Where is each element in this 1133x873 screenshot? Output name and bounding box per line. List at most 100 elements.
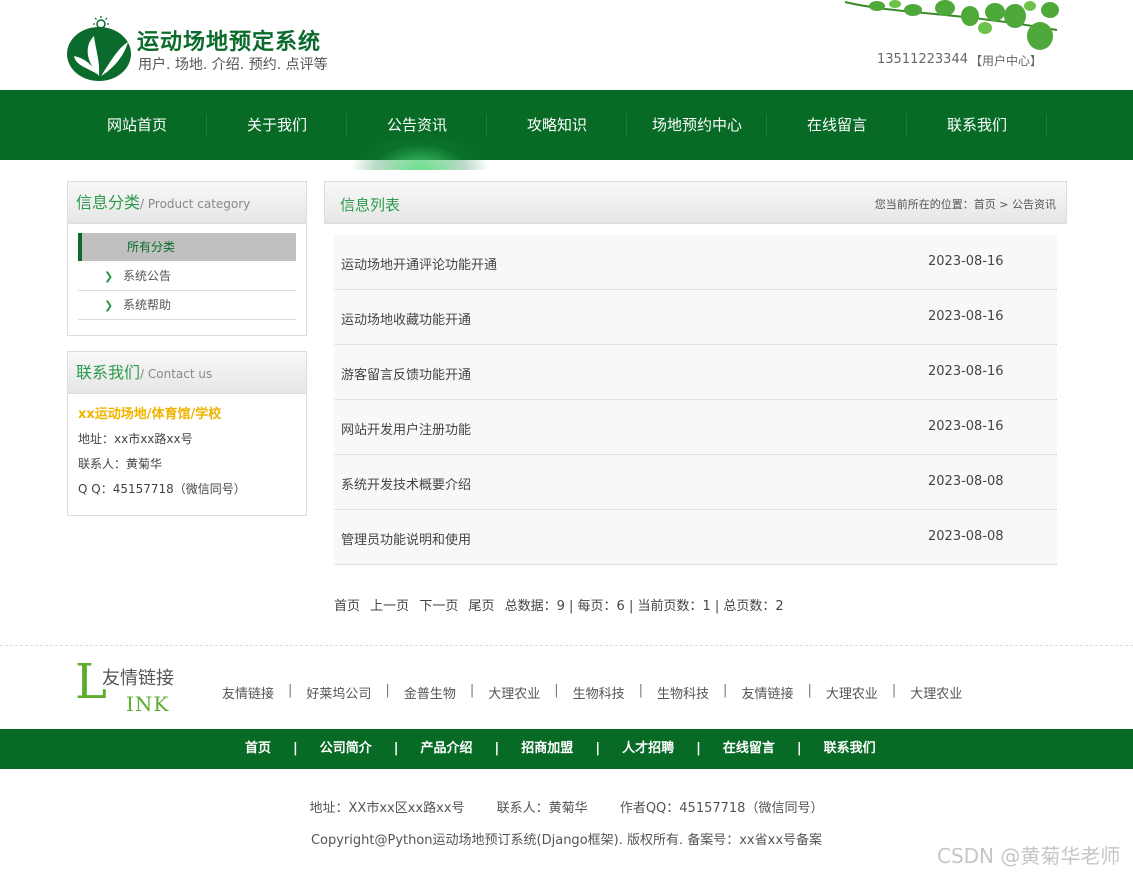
list-item[interactable]: 管理员功能说明和使用 2023-08-08 [334, 510, 1057, 565]
friend-links-logo-cn: 友情链接 [102, 668, 174, 689]
breadcrumb-home[interactable]: 首页 [974, 198, 996, 211]
list-item-date: 2023-08-16 [928, 419, 1004, 434]
contact-qq: Q Q：45157718（微信同号） [78, 482, 246, 496]
contact-panel: 联系我们/ Contact us xx运动场地/体育馆/学校 地址：xx市xx路… [67, 351, 307, 516]
link-separator: | [288, 683, 293, 698]
contact-org-name: xx运动场地/体育馆/学校 [78, 407, 222, 422]
link-separator: | [723, 683, 728, 698]
friend-link[interactable]: 金普生物 [404, 683, 456, 702]
footer-nav-separator: | [393, 741, 399, 756]
list-item-title[interactable]: 运动场地开通评论功能开通 [341, 254, 497, 273]
breadcrumb-prefix: 您当前所在的位置： [874, 198, 974, 211]
nav-active-glow [350, 130, 490, 170]
leaf-logo-icon [67, 16, 131, 81]
footer-info: 地址：XX市xx区xx路xx号 联系人：黄菊华 作者QQ：45157718（微信… [0, 797, 1133, 816]
category-panel-header: 信息分类/ Product category [68, 182, 306, 224]
link-separator: | [638, 683, 644, 698]
nav-item-message[interactable]: 在线留言 [767, 90, 907, 160]
footer-address: 地址：XX市xx区xx路xx号 [309, 801, 465, 816]
site-title: 运动场地预定系统 [137, 30, 322, 55]
link-separator: | [554, 683, 559, 698]
footer-contact: 联系人：黄菊华 [496, 801, 588, 816]
pager-next[interactable]: 下一页 [419, 599, 458, 614]
user-center-link[interactable]: 【用户中心】 [970, 52, 1042, 69]
list-item[interactable]: 游客留言反馈功能开通 2023-08-16 [334, 345, 1057, 400]
phone-number: 13511223344 [877, 52, 968, 67]
main-nav: 网站首页 关于我们 公告资讯 攻略知识 场地预约中心 在线留言 联系我们 [0, 90, 1133, 160]
friend-link[interactable]: 友情链接 [741, 683, 793, 702]
list-item-date: 2023-08-16 [928, 364, 1004, 379]
pager-first[interactable]: 首页 [334, 599, 360, 614]
footer-nav-separator: | [494, 741, 500, 756]
list-header: 信息列表 您当前所在的位置：首页 > 公告资讯 [324, 181, 1067, 224]
nav-item-contact[interactable]: 联系我们 [907, 90, 1047, 160]
list-item-date: 2023-08-08 [928, 474, 1004, 489]
site-header: 运动场地预定系统 用户. 场地. 介绍. 预约. 点评等 13511223344… [0, 0, 1133, 90]
footer-nav-message[interactable]: 在线留言 [723, 729, 775, 769]
category-item-label: 系统公告 [123, 269, 172, 283]
friend-link[interactable]: 生物科技 [573, 683, 625, 702]
footer-nav-separator: | [696, 741, 701, 756]
friend-link[interactable]: 大理农业 [826, 683, 878, 702]
friend-links: 友情链接 | 好莱坞公司 | 金普生物 | 大理农业 | 生物科技 | 生物科技 | 友情链… [222, 683, 962, 702]
list-item-date: 2023-08-16 [928, 309, 1004, 324]
category-item-all[interactable]: 所有分类 [78, 233, 296, 261]
pagination: 首页 上一页 下一页 尾页 总数据：9 | 每页：6 | 当前页数：1 | 总页… [334, 595, 784, 614]
footer-nav-home[interactable]: 首页 [245, 729, 271, 769]
category-item-help[interactable]: ❯ 系统帮助 [78, 291, 296, 320]
footer-qq: 作者QQ：45157718（微信同号） [619, 801, 824, 816]
divider [0, 645, 1133, 646]
pager-prev[interactable]: 上一页 [370, 599, 409, 614]
friend-link[interactable]: 大理农业 [910, 683, 962, 702]
category-item-announcements[interactable]: ❯ 系统公告 [78, 262, 296, 291]
list-item-title[interactable]: 系统开发技术概要介绍 [341, 474, 471, 493]
list-title: 信息列表 [340, 196, 401, 214]
friend-links-logo-ink: INK [126, 692, 170, 716]
breadcrumb: 您当前所在的位置：首页 > 公告资讯 [875, 196, 1056, 212]
nav-item-booking[interactable]: 场地预约中心 [627, 90, 767, 160]
contact-title: 联系我们 [76, 363, 141, 382]
list-item-title[interactable]: 网站开发用户注册功能 [341, 419, 471, 438]
list-item-title[interactable]: 管理员功能说明和使用 [341, 529, 471, 548]
nav-item-guides[interactable]: 攻略知识 [487, 90, 627, 160]
contact-title-en: / Contact us [140, 367, 213, 381]
footer-nav-separator: | [796, 741, 802, 756]
footer-nav-company[interactable]: 公司简介 [320, 729, 372, 769]
list-item[interactable]: 网站开发用户注册功能 2023-08-16 [334, 400, 1057, 455]
footer-nav: 首页 | 公司简介 | 产品介绍 | 招商加盟 | 人才招聘 | 在线留言 | 联系我们 [0, 729, 1133, 769]
pager-summary: 总数据：9 | 每页：6 | 当前页数：1 | 总页数：2 [504, 599, 784, 614]
contact-panel-header: 联系我们/ Contact us [68, 352, 306, 394]
footer-nav-separator: | [293, 741, 298, 756]
list-item[interactable]: 运动场地收藏功能开通 2023-08-16 [334, 290, 1057, 345]
list-item-date: 2023-08-16 [928, 254, 1004, 269]
watermark: CSDN @黄菊华老师 [937, 844, 1121, 868]
footer-nav-careers[interactable]: 人才招聘 [622, 729, 674, 769]
list-item-title[interactable]: 运动场地收藏功能开通 [341, 309, 471, 328]
category-title-en: / Product category [140, 197, 251, 211]
pager-last[interactable]: 尾页 [468, 599, 494, 614]
friend-links-logo: L 友情链接 INK [75, 654, 185, 720]
friend-link[interactable]: 大理农业 [488, 683, 540, 702]
category-title: 信息分类 [76, 193, 141, 212]
list-item[interactable]: 运动场地开通评论功能开通 2023-08-16 [334, 235, 1057, 290]
footer-nav-contact[interactable]: 联系我们 [824, 729, 876, 769]
friend-link[interactable]: 生物科技 [657, 683, 709, 702]
link-separator: | [891, 683, 897, 698]
list-item[interactable]: 系统开发技术概要介绍 2023-08-08 [334, 455, 1057, 510]
breadcrumb-current[interactable]: 公告资讯 [1012, 198, 1056, 211]
friend-link[interactable]: 好莱坞公司 [306, 683, 371, 702]
footer-nav-franchise[interactable]: 招商加盟 [521, 729, 573, 769]
nav-item-about[interactable]: 关于我们 [207, 90, 347, 160]
nav-item-home[interactable]: 网站首页 [67, 90, 207, 160]
link-separator: | [469, 683, 475, 698]
friend-link[interactable]: 友情链接 [222, 683, 274, 702]
list-item-title[interactable]: 游客留言反馈功能开通 [341, 364, 471, 383]
contact-address: 地址：xx市xx路xx号 [78, 432, 193, 446]
link-separator: | [385, 683, 390, 698]
list-item-date: 2023-08-08 [928, 529, 1004, 544]
footer-nav-products[interactable]: 产品介绍 [421, 729, 473, 769]
breadcrumb-separator: > [999, 198, 1009, 211]
leaves-decoration-icon [844, 0, 1059, 50]
contact-body: xx运动场地/体育馆/学校 地址：xx市xx路xx号 联系人：黄菊华 Q Q：4… [68, 394, 306, 510]
footer-nav-separator: | [595, 741, 601, 756]
